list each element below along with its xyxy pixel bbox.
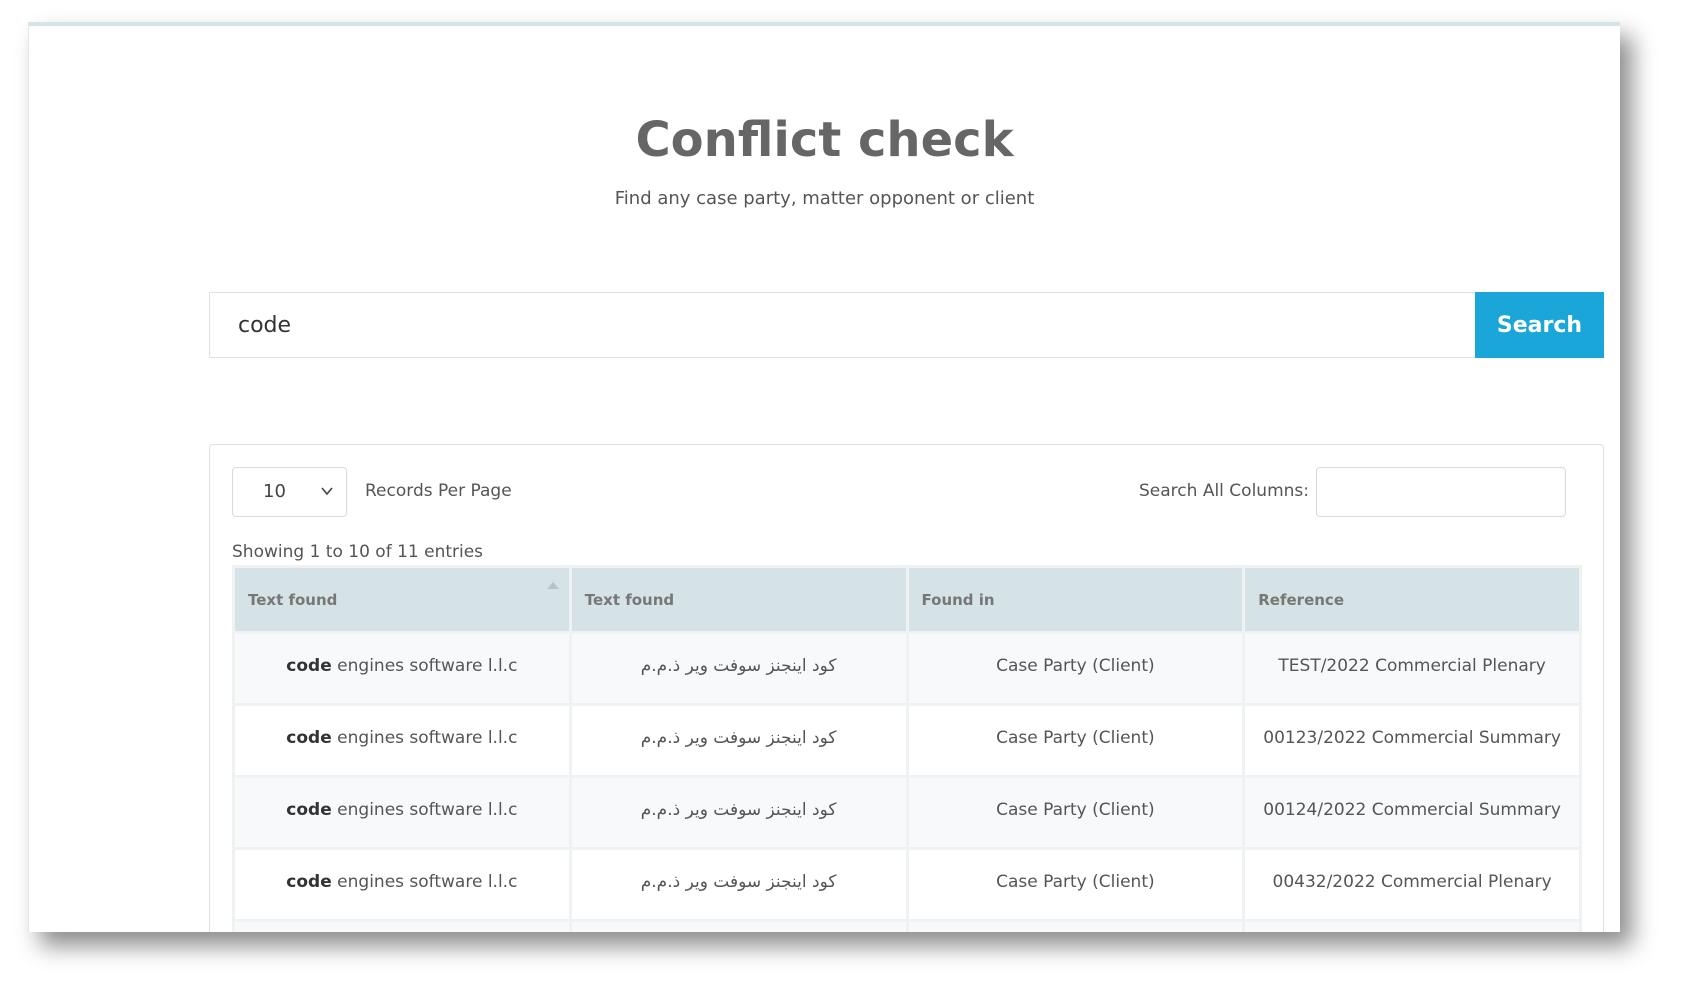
matched-keyword: code	[286, 728, 332, 748]
entries-info: Showing 1 to 10 of 11 entries	[232, 542, 484, 562]
text-found-arabic-cell: كود اينجنز سوفت وير ذ.م.م	[568, 775, 909, 850]
text-found-arabic-cell	[568, 919, 909, 932]
matched-text-rest: engines software l.l.c	[337, 728, 518, 748]
sort-up-icon	[546, 582, 559, 589]
search-all-columns-label: Search All Columns:	[1139, 481, 1309, 501]
matched-text-rest: engines software l.l.c	[337, 656, 518, 676]
records-per-page-value: 10	[263, 481, 286, 502]
table-row[interactable]: code engines software l.l.c كود اينجنز س…	[232, 847, 1582, 922]
found-in-cell: Case Party (Client)	[905, 631, 1246, 706]
matched-text-rest: engines software l.l.c	[337, 800, 518, 820]
found-in-cell: Case Party (Client)	[905, 847, 1246, 922]
matched-keyword: code	[286, 656, 332, 676]
search-button[interactable]: Search	[1475, 292, 1604, 358]
table-row[interactable]: code engines software l.l.c كود اينجنز س…	[232, 703, 1582, 778]
table-row[interactable]: code engines software l.l.c كود اينجنز س…	[232, 631, 1582, 706]
text-found-arabic-cell: كود اينجنز سوفت وير ذ.م.م	[568, 631, 909, 706]
text-found-arabic-cell: كود اينجنز سوفت وير ذ.م.م	[568, 703, 909, 778]
search-input[interactable]	[209, 292, 1475, 358]
matched-text-rest: engines software l.l.c	[337, 872, 518, 892]
column-header-reference[interactable]: Reference	[1242, 565, 1582, 634]
page-subtitle: Find any case party, matter opponent or …	[614, 188, 1035, 209]
table-row[interactable]	[232, 919, 1582, 932]
results-panel: 10 Records Per Page Search All Columns: …	[209, 444, 1604, 932]
reference-cell: 00124/2022 Commercial Summary	[1242, 775, 1582, 850]
search-bar: Search	[209, 292, 1604, 358]
text-found-cell: code engines software l.l.c	[232, 631, 572, 706]
table-header-row: Text found Text found Found in Reference	[232, 565, 1582, 634]
column-header-label: Reference	[1258, 590, 1344, 609]
column-header-label: Text found	[584, 590, 675, 609]
column-header-text-found[interactable]: Text found	[232, 565, 572, 634]
column-header-label: Found in	[921, 590, 995, 609]
matched-keyword: code	[286, 800, 332, 820]
column-header-text-found-arabic[interactable]: Text found	[568, 565, 909, 634]
column-header-found-in[interactable]: Found in	[905, 565, 1246, 634]
search-all-columns-input[interactable]	[1316, 467, 1566, 517]
table-row[interactable]: code engines software l.l.c كود اينجنز س…	[232, 775, 1582, 850]
found-in-cell	[905, 919, 1246, 932]
matched-keyword: code	[286, 872, 332, 892]
text-found-cell	[232, 919, 572, 932]
records-per-page-select[interactable]: 10	[232, 467, 347, 517]
reference-cell	[1242, 919, 1582, 932]
screenshot-stage: Conflict check Find any case party, matt…	[0, 0, 1685, 996]
text-found-arabic-cell: كود اينجنز سوفت وير ذ.م.م	[568, 847, 909, 922]
reference-cell: TEST/2022 Commercial Plenary	[1242, 631, 1582, 706]
app-window: Conflict check Find any case party, matt…	[28, 22, 1620, 932]
results-table: Text found Text found Found in Reference	[232, 565, 1582, 932]
reference-cell: 00123/2022 Commercial Summary	[1242, 703, 1582, 778]
text-found-cell: code engines software l.l.c	[232, 775, 572, 850]
reference-cell: 00432/2022 Commercial Plenary	[1242, 847, 1582, 922]
chevron-down-icon	[321, 487, 333, 496]
text-found-cell: code engines software l.l.c	[232, 703, 572, 778]
records-per-page-label: Records Per Page	[365, 481, 512, 501]
found-in-cell: Case Party (Client)	[905, 775, 1246, 850]
text-found-cell: code engines software l.l.c	[232, 847, 572, 922]
page-title: Conflict check	[635, 112, 1014, 168]
column-header-label: Text found	[248, 590, 338, 609]
found-in-cell: Case Party (Client)	[905, 703, 1246, 778]
